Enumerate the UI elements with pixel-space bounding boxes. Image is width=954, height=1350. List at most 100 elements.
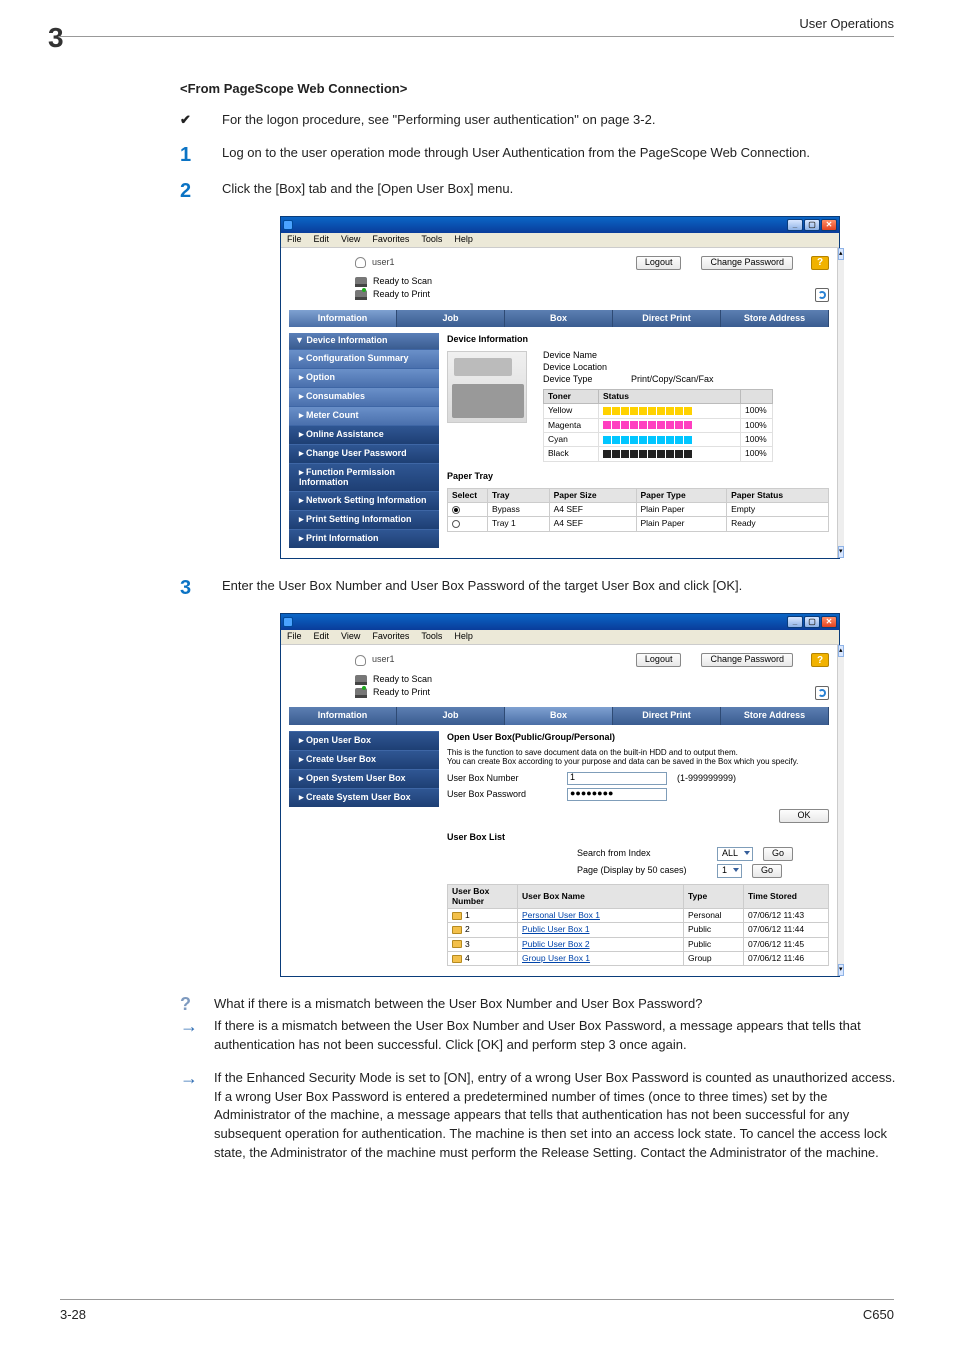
sidebar-item-net-setting[interactable]: ▸ Network Setting Information bbox=[289, 491, 439, 510]
step-3-text: Enter the User Box Number and User Box P… bbox=[222, 577, 900, 599]
help-icon[interactable]: ? bbox=[811, 256, 829, 270]
help-icon[interactable]: ? bbox=[811, 653, 829, 667]
device-location-label: Device Location bbox=[543, 363, 623, 373]
user-icon bbox=[355, 655, 366, 666]
menu-edit[interactable]: Edit bbox=[314, 632, 330, 642]
menu-help[interactable]: Help bbox=[454, 632, 473, 642]
list-item: 4Group User Box 1Group07/06/12 11:46 bbox=[448, 951, 829, 965]
minimize-button[interactable]: _ bbox=[787, 616, 803, 628]
user-box-link[interactable]: Group User Box 1 bbox=[522, 953, 590, 963]
list-item: 1Personal User Box 1Personal07/06/12 11:… bbox=[448, 908, 829, 922]
list-item: 2Public User Box 1Public07/06/12 11:44 bbox=[448, 923, 829, 937]
sidebar-item-create-system-box[interactable]: ▸ Create System User Box bbox=[289, 788, 439, 807]
box-icon bbox=[452, 926, 462, 934]
refresh-icon[interactable] bbox=[815, 686, 829, 700]
close-button[interactable]: ✕ bbox=[821, 219, 837, 231]
paper-tray-title: Paper Tray bbox=[447, 472, 829, 482]
ok-button[interactable]: OK bbox=[779, 809, 829, 823]
ready-print-text: Ready to Print bbox=[373, 290, 430, 300]
go-button-1[interactable]: Go bbox=[763, 847, 793, 861]
search-select[interactable]: ALL bbox=[717, 847, 753, 861]
sidebar-item-change-pw[interactable]: ▸ Change User Password bbox=[289, 444, 439, 463]
chapter-marker: 3 bbox=[48, 22, 64, 54]
table-row: Bypass A4 SEF Plain Paper Empty bbox=[448, 502, 829, 516]
scroll-up-icon[interactable]: ▴ bbox=[838, 645, 844, 657]
sidebar-item-create-user-box[interactable]: ▸ Create User Box bbox=[289, 750, 439, 769]
tab-box[interactable]: Box bbox=[505, 707, 613, 725]
sidebar-item-func-perm[interactable]: ▸ Function Permission Information bbox=[289, 463, 439, 492]
scanner-icon bbox=[355, 277, 367, 287]
page-label: Page (Display by 50 cases) bbox=[577, 866, 707, 876]
menu-tools[interactable]: Tools bbox=[421, 235, 442, 245]
menu-view[interactable]: View bbox=[341, 235, 360, 245]
box-number-input[interactable]: 1 bbox=[567, 772, 667, 785]
scroll-down-icon[interactable]: ▾ bbox=[838, 964, 844, 976]
device-image bbox=[447, 351, 527, 423]
sidebar-item-open-user-box[interactable]: ▸ Open User Box bbox=[289, 731, 439, 750]
menu-help[interactable]: Help bbox=[454, 235, 473, 245]
tab-information[interactable]: Information bbox=[289, 707, 397, 725]
maximize-button[interactable]: ▢ bbox=[804, 616, 820, 628]
sidebar-item-print-info[interactable]: ▸ Print Information bbox=[289, 529, 439, 548]
box-password-label: User Box Password bbox=[447, 790, 557, 800]
sidebar-item-online-assist[interactable]: ▸ Online Assistance bbox=[289, 425, 439, 444]
screenshot-window-1: _ ▢ ✕ File Edit View Favorites Tools Hel… bbox=[280, 216, 840, 559]
step-1-number: 1 bbox=[180, 144, 196, 166]
menu-edit[interactable]: Edit bbox=[314, 235, 330, 245]
user-box-list-table: User Box Number User Box Name Type Time … bbox=[447, 884, 829, 966]
printer-icon bbox=[355, 290, 367, 300]
radio-selected[interactable] bbox=[452, 506, 460, 514]
user-box-link[interactable]: Public User Box 2 bbox=[522, 939, 590, 949]
page-header: User Operations bbox=[799, 16, 894, 31]
menu-view[interactable]: View bbox=[341, 632, 360, 642]
device-type-value: Print/Copy/Scan/Fax bbox=[631, 375, 714, 385]
tab-job[interactable]: Job bbox=[397, 310, 505, 328]
tab-direct-print[interactable]: Direct Print bbox=[613, 707, 721, 725]
sidebar-item-consumables[interactable]: ▸ Consumables bbox=[289, 387, 439, 406]
toner-table: TonerStatus Yellow100% Magenta100% Cyan1… bbox=[543, 389, 773, 462]
tab-box[interactable]: Box bbox=[505, 310, 613, 328]
menu-file[interactable]: File bbox=[287, 632, 302, 642]
tab-information[interactable]: Information bbox=[289, 310, 397, 328]
sidebar-item-open-system-box[interactable]: ▸ Open System User Box bbox=[289, 769, 439, 788]
change-password-button[interactable]: Change Password bbox=[701, 653, 793, 667]
user-box-link[interactable]: Personal User Box 1 bbox=[522, 910, 600, 920]
sidebar-item-option[interactable]: ▸ Option bbox=[289, 368, 439, 387]
section-title: <From PageScope Web Connection> bbox=[180, 80, 900, 99]
panel-desc-2: You can create Box according to your pur… bbox=[447, 758, 829, 767]
radio-unselected[interactable] bbox=[452, 520, 460, 528]
header-rule bbox=[60, 36, 894, 37]
minimize-button[interactable]: _ bbox=[787, 219, 803, 231]
tab-direct-print[interactable]: Direct Print bbox=[613, 310, 721, 328]
sidebar-head[interactable]: ▼ Device Information bbox=[289, 333, 439, 349]
close-button[interactable]: ✕ bbox=[821, 616, 837, 628]
sidebar-item-meter[interactable]: ▸ Meter Count bbox=[289, 406, 439, 425]
go-button-2[interactable]: Go bbox=[752, 864, 782, 878]
tab-store-address[interactable]: Store Address bbox=[721, 310, 829, 328]
logout-button[interactable]: Logout bbox=[636, 256, 682, 270]
scroll-down-icon[interactable]: ▾ bbox=[838, 546, 844, 558]
user-name: user1 bbox=[372, 655, 395, 665]
maximize-button[interactable]: ▢ bbox=[804, 219, 820, 231]
refresh-icon[interactable] bbox=[815, 288, 829, 302]
menu-file[interactable]: File bbox=[287, 235, 302, 245]
sidebar-item-print-setting[interactable]: ▸ Print Setting Information bbox=[289, 510, 439, 529]
printer-icon bbox=[355, 688, 367, 698]
ie-icon bbox=[283, 220, 293, 230]
scrollbar[interactable]: ▴ ▾ bbox=[837, 645, 844, 976]
scroll-up-icon[interactable]: ▴ bbox=[838, 248, 844, 260]
logout-button[interactable]: Logout bbox=[636, 653, 682, 667]
tab-job[interactable]: Job bbox=[397, 707, 505, 725]
menu-tools[interactable]: Tools bbox=[421, 632, 442, 642]
user-box-link[interactable]: Public User Box 1 bbox=[522, 924, 590, 934]
menu-favorites[interactable]: Favorites bbox=[372, 632, 409, 642]
menu-favorites[interactable]: Favorites bbox=[372, 235, 409, 245]
change-password-button[interactable]: Change Password bbox=[701, 256, 793, 270]
paper-table: Select Tray Paper Size Paper Type Paper … bbox=[447, 488, 829, 532]
tick-text: For the logon procedure, see "Performing… bbox=[222, 111, 900, 130]
box-password-input[interactable]: ●●●●●●●● bbox=[567, 788, 667, 801]
sidebar-item-config-summary[interactable]: ▸ Configuration Summary bbox=[289, 349, 439, 368]
tab-store-address[interactable]: Store Address bbox=[721, 707, 829, 725]
page-select[interactable]: 1 bbox=[717, 864, 742, 878]
scrollbar[interactable]: ▴ ▾ bbox=[837, 248, 844, 559]
